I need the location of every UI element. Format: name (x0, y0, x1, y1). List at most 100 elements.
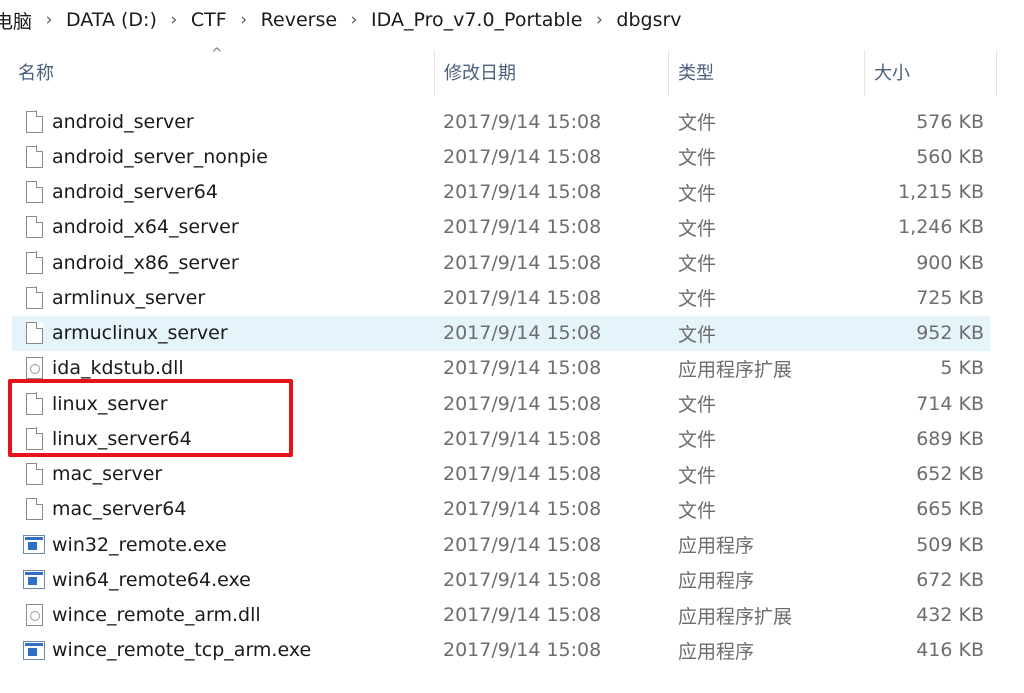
file-name: wince_remote_tcp_arm.exe (52, 639, 312, 662)
file-size: 1,215 KB (898, 181, 984, 203)
breadcrumb-item[interactable]: IDA_Pro_v7.0_Portable (369, 9, 584, 31)
file-type: 文件 (678, 288, 717, 311)
file-date: 2017/9/14 15:08 (443, 357, 602, 380)
file-name: armuclinux_server (52, 322, 228, 344)
file-type: 文件 (678, 429, 717, 452)
file-type-icon-cell (22, 175, 46, 210)
column-divider[interactable] (434, 50, 435, 96)
file-date: 2017/9/14 15:08 (443, 181, 602, 203)
file-row[interactable]: armuclinux_server 2017/9/14 15:08 文件 952 KB (12, 315, 990, 351)
file-size: 725 KB (916, 286, 984, 309)
file-row[interactable]: android_server_nonpie 2017/9/14 15:08 文件 56… (12, 139, 990, 174)
file-icon (25, 286, 43, 309)
file-date: 2017/9/14 15:08 (443, 251, 602, 274)
file-type-icon-cell (22, 280, 46, 315)
breadcrumb-item[interactable]: DATA (D:) (64, 9, 159, 31)
file-date: 2017/9/14 15:08 (443, 392, 602, 415)
file-size: 5 KB (940, 357, 984, 380)
file-row[interactable]: wince_remote_tcp_arm.exe 2017/9/14 15:08 应… (12, 633, 990, 668)
file-name: mac_server (52, 463, 163, 485)
file-name: android_x86_server (52, 251, 239, 274)
file-name: win32_remote.exe (52, 533, 227, 556)
file-type: 文件 (678, 499, 717, 522)
file-type: 文件 (678, 217, 717, 240)
file-type: 应用程序扩展 (678, 605, 793, 628)
column-header-name[interactable]: 名称 (14, 46, 434, 98)
file-size: 714 KB (916, 392, 984, 415)
column-divider[interactable] (996, 50, 997, 96)
file-date: 2017/9/14 15:08 (443, 463, 602, 485)
file-size: 576 KB (916, 110, 984, 133)
file-date: 2017/9/14 15:08 (443, 427, 602, 450)
exe-icon (23, 640, 45, 660)
file-row[interactable]: android_x64_server 2017/9/14 15:08 文件 1,246… (12, 210, 990, 245)
file-type: 应用程序 (678, 640, 755, 663)
chevron-right-icon[interactable]: › (159, 10, 189, 30)
column-header-size[interactable]: 大小 (870, 46, 996, 98)
file-date: 2017/9/14 15:08 (443, 145, 602, 168)
file-size: 672 KB (916, 568, 984, 591)
file-name: win64_remote64.exe (52, 568, 251, 591)
file-row[interactable]: wince_remote_arm.dll 2017/9/14 15:08 应用程序扩… (12, 598, 990, 633)
file-row[interactable]: win64_remote64.exe 2017/9/14 15:08 应用程序 672… (12, 562, 990, 597)
file-row[interactable]: android_server 2017/9/14 15:08 文件 576 KB (12, 104, 990, 139)
dll-icon (25, 357, 43, 380)
file-size: 952 KB (916, 322, 984, 344)
column-header-name-label: 名称 (18, 63, 54, 84)
dll-icon (25, 604, 43, 626)
file-type: 应用程序扩展 (678, 358, 793, 381)
breadcrumb-item[interactable]: 电脑 (0, 7, 34, 34)
file-icon (25, 321, 43, 344)
file-type-icon-cell (22, 104, 46, 139)
file-date: 2017/9/14 15:08 (443, 498, 602, 521)
file-type-icon-cell (22, 245, 46, 280)
breadcrumb-item[interactable]: dbgsrv (614, 9, 683, 31)
file-row[interactable]: mac_server 2017/9/14 15:08 文件 652 KB (12, 457, 990, 492)
column-header-type-label: 类型 (678, 63, 714, 84)
file-date: 2017/9/14 15:08 (443, 533, 602, 556)
file-row[interactable]: mac_server64 2017/9/14 15:08 文件 665 KB (12, 492, 990, 527)
column-header-date[interactable]: 修改日期 (440, 46, 666, 98)
file-type: 文件 (678, 323, 717, 346)
file-icon (25, 215, 43, 239)
file-size: 689 KB (916, 427, 984, 450)
file-type-icon-cell (22, 457, 46, 492)
file-type: 应用程序 (678, 570, 755, 593)
chevron-right-icon[interactable]: › (229, 10, 259, 30)
breadcrumb-item[interactable]: Reverse (259, 9, 339, 31)
file-name: wince_remote_arm.dll (52, 604, 261, 626)
file-icon (25, 145, 43, 168)
column-headers: 名称 ^ 修改日期 类型 大小 (0, 46, 1024, 98)
file-date: 2017/9/14 15:08 (443, 639, 602, 662)
breadcrumb: 电脑 › DATA (D:) › CTF › Reverse › IDA_Pro_v7.0_Po… (0, 0, 1024, 40)
file-icon (25, 180, 43, 203)
chevron-right-icon[interactable]: › (584, 10, 614, 30)
file-type: 文件 (678, 394, 717, 416)
chevron-right-icon[interactable]: › (339, 10, 369, 30)
file-date: 2017/9/14 15:08 (443, 568, 602, 591)
file-name: android_x64_server (52, 216, 239, 239)
file-size: 665 KB (916, 498, 984, 521)
file-type: 应用程序 (678, 535, 755, 557)
file-row[interactable]: android_x86_server 2017/9/14 15:08 文件 900 K… (12, 245, 990, 280)
file-row[interactable]: win32_remote.exe 2017/9/14 15:08 应用程序 509 K… (12, 527, 990, 562)
file-date: 2017/9/14 15:08 (443, 110, 602, 133)
breadcrumb-item[interactable]: CTF (189, 9, 229, 31)
file-type-icon-cell (22, 527, 46, 562)
file-type: 文件 (678, 464, 717, 487)
file-icon (25, 462, 43, 485)
chevron-right-icon[interactable]: › (34, 10, 64, 30)
file-icon (25, 497, 43, 521)
column-divider[interactable] (864, 50, 865, 96)
file-size: 509 KB (916, 533, 984, 556)
file-size: 900 KB (916, 251, 984, 274)
file-size: 1,246 KB (898, 216, 984, 239)
column-header-type[interactable]: 类型 (674, 46, 864, 98)
file-row[interactable]: android_server64 2017/9/14 15:08 文件 1,215 K… (12, 175, 990, 210)
exe-icon (23, 535, 45, 554)
column-divider[interactable] (668, 50, 669, 96)
file-type-icon-cell (22, 633, 46, 668)
file-type: 文件 (678, 112, 717, 134)
file-row[interactable]: armlinux_server 2017/9/14 15:08 文件 725 KB (12, 280, 990, 315)
file-type: 文件 (678, 182, 717, 205)
